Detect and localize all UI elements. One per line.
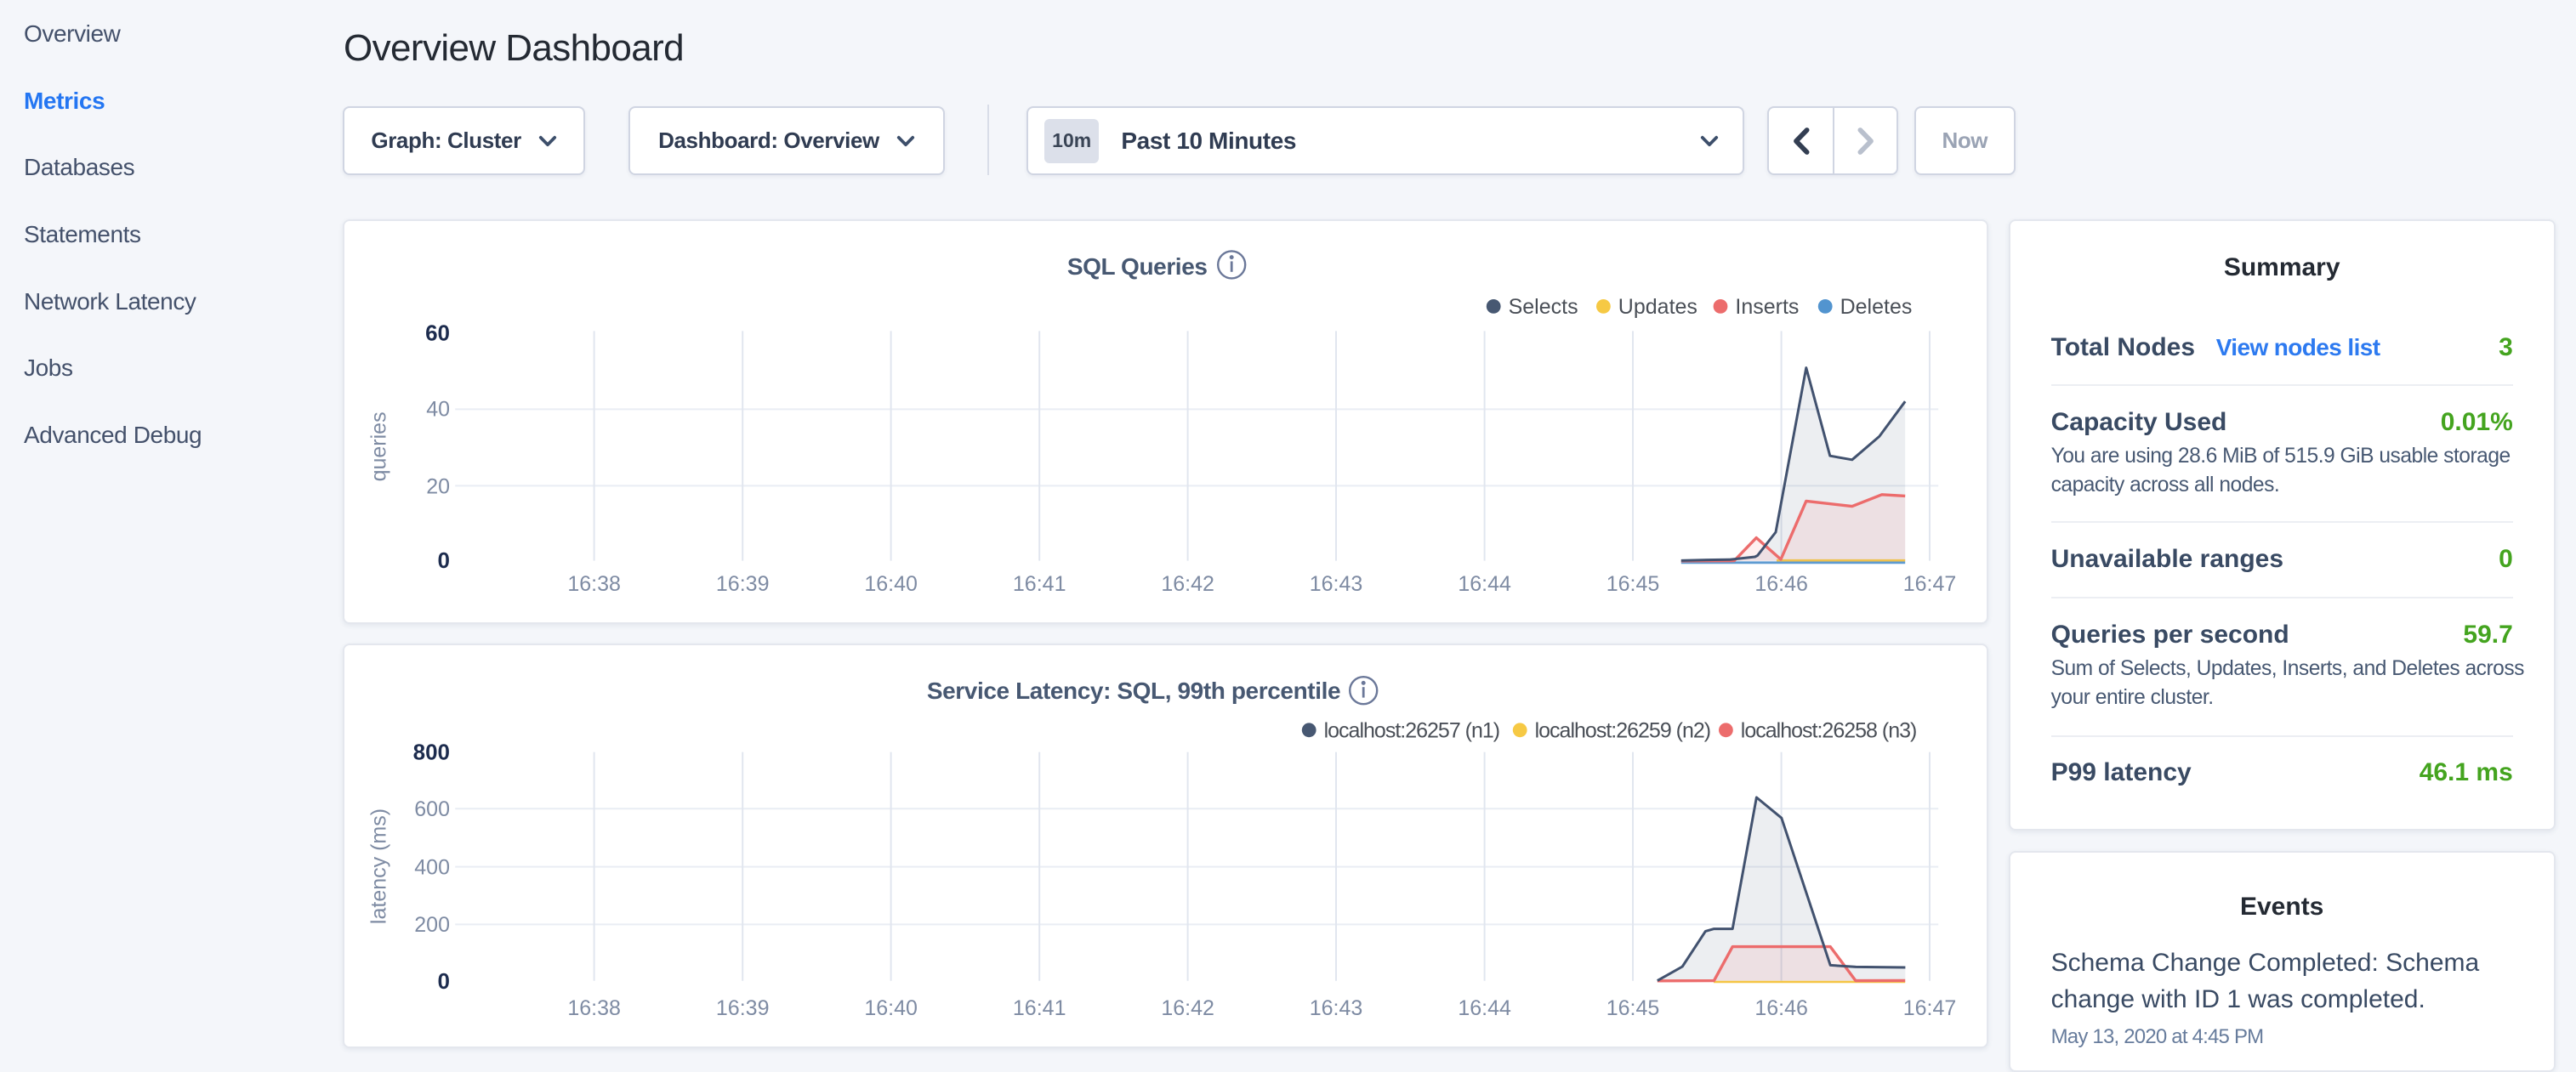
- svg-text:0: 0: [437, 547, 449, 572]
- svg-text:SQL Queries: SQL Queries: [1067, 252, 1208, 279]
- svg-text:16:38: 16:38: [567, 572, 621, 596]
- svg-text:16:39: 16:39: [716, 996, 770, 1020]
- svg-text:16:46: 16:46: [1754, 572, 1808, 596]
- svg-text:16:40: 16:40: [864, 996, 918, 1020]
- svg-text:20: 20: [426, 474, 450, 498]
- svg-text:16:42: 16:42: [1161, 996, 1214, 1020]
- svg-text:localhost:26258 (n3): localhost:26258 (n3): [1741, 718, 1917, 742]
- svg-text:16:45: 16:45: [1606, 996, 1660, 1020]
- svg-text:16:40: 16:40: [864, 572, 918, 596]
- svg-text:16:45: 16:45: [1606, 572, 1660, 596]
- svg-text:800: 800: [412, 739, 449, 764]
- svg-text:16:39: 16:39: [716, 572, 770, 596]
- svg-text:40: 40: [426, 397, 450, 421]
- svg-text:Deletes: Deletes: [1840, 295, 1912, 319]
- svg-text:queries: queries: [367, 411, 390, 481]
- svg-text:Service Latency: SQL, 99th per: Service Latency: SQL, 99th percentile: [927, 678, 1340, 704]
- svg-text:localhost:26257 (n1): localhost:26257 (n1): [1323, 718, 1499, 742]
- svg-text:16:41: 16:41: [1013, 996, 1066, 1020]
- svg-text:60: 60: [425, 320, 450, 345]
- svg-text:16:41: 16:41: [1013, 572, 1066, 596]
- svg-text:16:47: 16:47: [1903, 996, 1957, 1020]
- svg-text:Updates: Updates: [1618, 295, 1697, 319]
- svg-text:16:47: 16:47: [1903, 572, 1957, 596]
- svg-text:600: 600: [414, 797, 450, 821]
- svg-text:Selects: Selects: [1508, 295, 1578, 319]
- svg-text:16:43: 16:43: [1310, 996, 1363, 1020]
- svg-text:16:42: 16:42: [1161, 572, 1214, 596]
- svg-text:16:46: 16:46: [1754, 996, 1808, 1020]
- svg-text:200: 200: [414, 913, 450, 937]
- svg-text:localhost:26259 (n2): localhost:26259 (n2): [1534, 718, 1710, 742]
- svg-text:Inserts: Inserts: [1735, 295, 1799, 319]
- svg-text:16:38: 16:38: [567, 996, 621, 1020]
- svg-text:400: 400: [414, 855, 450, 879]
- svg-text:16:44: 16:44: [1458, 996, 1511, 1020]
- svg-text:16:44: 16:44: [1458, 572, 1511, 596]
- svg-text:latency (ms): latency (ms): [367, 808, 390, 924]
- svg-text:0: 0: [437, 968, 449, 994]
- svg-text:16:43: 16:43: [1310, 572, 1363, 596]
